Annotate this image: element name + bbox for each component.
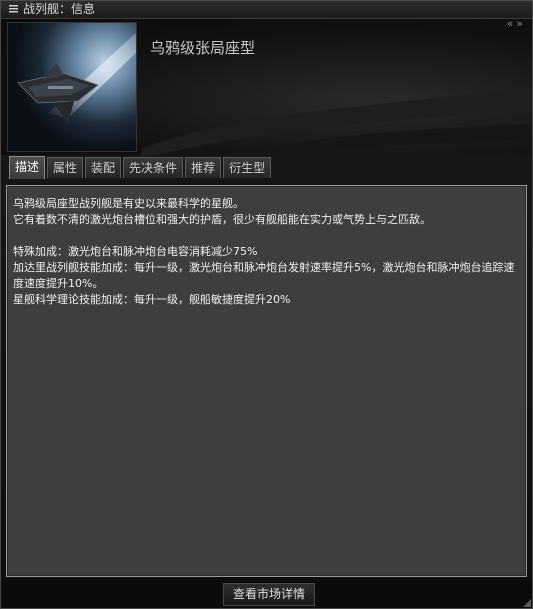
resize-grip-icon[interactable] xyxy=(523,599,531,607)
description-panel[interactable]: 乌鸦级局座型战列舰是有史以来最科学的星舰。 它有着数不清的激光炮台槽位和强大的护… xyxy=(6,185,527,577)
tab-bar: 描述 属性 装配 先决条件 推荐 衍生型 xyxy=(9,156,273,179)
description-line: 它有着数不清的激光炮台槽位和强大的护盾，很少有舰船能在实力或气势上与之匹敌。 xyxy=(13,213,431,226)
tab-prerequisites[interactable]: 先决条件 xyxy=(123,157,184,178)
tab-attributes[interactable]: 属性 xyxy=(47,157,84,178)
view-market-details-button[interactable]: 查看市场详情 xyxy=(223,583,315,606)
title-bar[interactable]: 战列舰：信息 xyxy=(1,1,532,19)
tab-recommended[interactable]: 推荐 xyxy=(185,157,222,178)
background-decoration xyxy=(141,89,531,159)
window-title: 战列舰：信息 xyxy=(23,2,96,16)
ship-render-image xyxy=(8,23,136,151)
description-line: 特殊加成：激光炮台和脉冲炮台电容消耗减少75% xyxy=(13,245,258,258)
bottom-bar: 查看市场详情 xyxy=(1,581,532,608)
description-line xyxy=(13,228,521,244)
tab-description[interactable]: 描述 xyxy=(9,156,46,179)
ship-thumbnail xyxy=(7,22,137,152)
ship-name: 乌鸦级张局座型 xyxy=(150,39,256,57)
header-panel: «» 乌鸦级张局座型 xyxy=(1,17,532,159)
description-line: 乌鸦级局座型战列舰是有史以来最科学的星舰。 xyxy=(13,197,244,210)
menu-icon[interactable] xyxy=(9,4,18,13)
description-line: 星舰科学理论技能加成：每升一级，舰船敏捷度提升20% xyxy=(13,293,291,306)
description-text: 乌鸦级局座型战列舰是有史以来最科学的星舰。 它有着数不清的激光炮台槽位和强大的护… xyxy=(13,196,521,308)
collapse-right-icon[interactable]: » xyxy=(516,17,526,30)
collapse-left-icon[interactable]: « xyxy=(507,17,517,30)
description-line: 加达里战列舰技能加成：每升一级，激光炮台和脉冲炮台发射速率提升5%，激光炮台和脉… xyxy=(13,261,515,290)
tab-variants[interactable]: 衍生型 xyxy=(223,157,272,178)
collapse-controls: «» xyxy=(507,17,526,30)
tab-fitting[interactable]: 装配 xyxy=(85,157,122,178)
info-window: 战列舰：信息 «» 乌鸦级张局座型 描述 属性 装配 先决条件 推荐 衍生型 乌… xyxy=(0,0,533,609)
